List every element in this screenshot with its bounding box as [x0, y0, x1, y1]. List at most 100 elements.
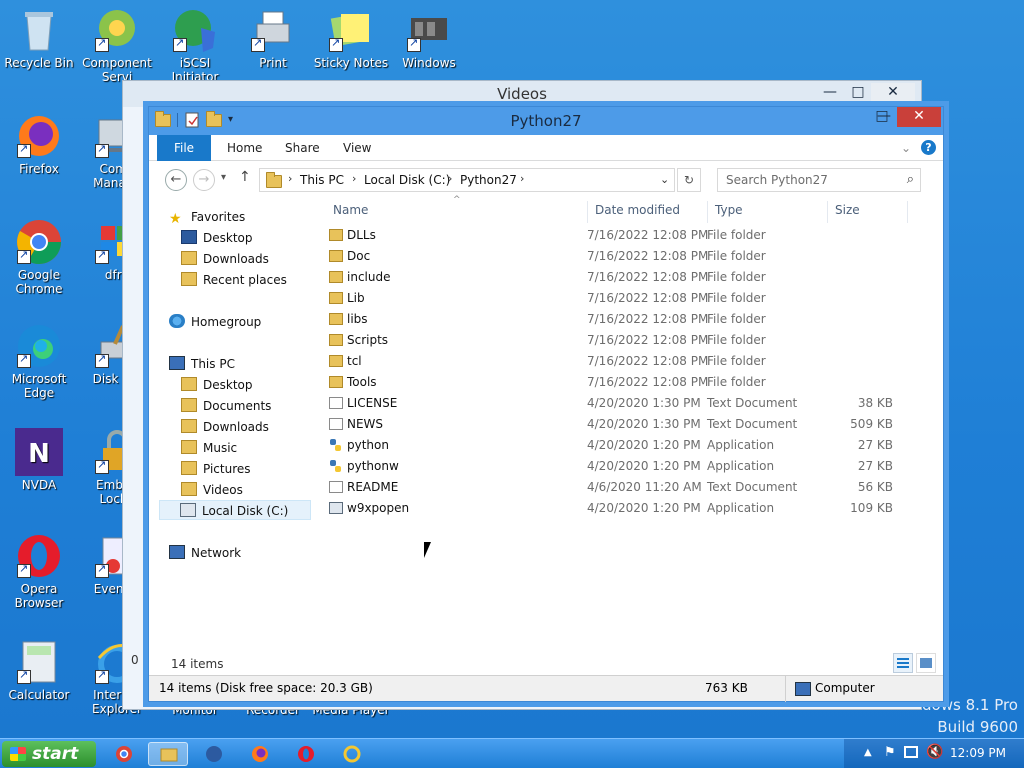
table-row[interactable]: tcl 7/16/2022 12:08 PM File folder — [325, 351, 905, 372]
recycle-bin-icon — [15, 6, 63, 54]
videos-titlebar[interactable]: Videos — □ ✕ — [123, 81, 921, 107]
breadcrumb-python27[interactable]: Python27 — [460, 173, 517, 187]
clock[interactable]: 12:09 PM — [950, 746, 1006, 760]
nav-homegroup[interactable]: Homegroup — [169, 312, 261, 332]
taskbar-firefox[interactable] — [240, 742, 280, 766]
nav-network[interactable]: Network — [169, 543, 241, 563]
desktop-icon-iscsi-initiator[interactable]: iSCSI Initiator — [156, 6, 234, 84]
search-icon: ⌕ — [906, 172, 914, 187]
breadcrumb-local-disk[interactable]: Local Disk (C:) — [364, 173, 450, 187]
explorer-titlebar[interactable]: ▾ Python27 — □ ✕ — [149, 107, 943, 135]
details-view-button[interactable] — [893, 653, 913, 673]
start-button[interactable]: start — [2, 741, 96, 767]
shortcut-arrow-icon — [17, 668, 31, 684]
folder-icon — [181, 419, 197, 433]
column-divider[interactable] — [907, 201, 908, 223]
table-row[interactable]: python 4/20/2020 1:20 PM Application 27 KB — [325, 435, 905, 456]
shortcut-arrow-icon — [17, 142, 31, 158]
nav-fav-recent[interactable]: Recent places — [181, 270, 287, 290]
nav-pc-documents[interactable]: Documents — [181, 396, 271, 416]
nav-pc-downloads[interactable]: Downloads — [181, 417, 269, 437]
ribbon-expand-icon[interactable]: ⌄ — [901, 135, 911, 161]
table-row[interactable]: Tools 7/16/2022 12:08 PM File folder — [325, 372, 905, 393]
nav-this-pc[interactable]: This PC — [169, 354, 235, 374]
nav-fav-downloads[interactable]: Downloads — [181, 249, 269, 269]
desktop-icon-firefox[interactable]: Firefox — [0, 112, 78, 176]
computer-icon — [795, 682, 811, 696]
close-button[interactable]: ✕ — [897, 107, 941, 127]
tab-home[interactable]: Home — [227, 135, 262, 161]
table-row[interactable]: NEWS 4/20/2020 1:30 PM Text Document 509 KB — [325, 414, 905, 435]
table-row[interactable]: DLLs 7/16/2022 12:08 PM File folder — [325, 225, 905, 246]
opera-icon — [15, 532, 63, 580]
recent-locations-chevron-icon[interactable]: ▾ — [221, 172, 226, 183]
table-row[interactable]: Doc 7/16/2022 12:08 PM File folder — [325, 246, 905, 267]
breadcrumb-this-pc[interactable]: This PC — [300, 173, 344, 187]
nav-favorites[interactable]: ★ Favorites — [169, 207, 245, 227]
taskbar-nvda[interactable] — [194, 742, 234, 766]
text-doc-icon — [329, 397, 343, 409]
desktop-icon-component-services[interactable]: Component Servi — [78, 6, 156, 84]
taskbar-internet-explorer[interactable] — [332, 742, 372, 766]
sort-ascending-icon: ^ — [453, 195, 461, 205]
videos-maximize-button[interactable]: □ — [843, 83, 873, 103]
column-header-type[interactable]: Type — [715, 203, 743, 217]
tab-share[interactable]: Share — [285, 135, 320, 161]
table-row[interactable]: LICENSE 4/20/2020 1:30 PM Text Document 38 … — [325, 393, 905, 414]
column-divider[interactable] — [587, 201, 588, 223]
edge-icon — [15, 322, 63, 370]
refresh-button[interactable]: ↻ — [677, 168, 701, 192]
flag-icon[interactable]: ⚑ — [884, 745, 896, 760]
desktop-icon-chrome[interactable]: Google Chrome — [0, 218, 78, 296]
taskbar-chrome[interactable] — [104, 742, 144, 766]
tab-view[interactable]: View — [343, 135, 371, 161]
desktop-icon-calculator[interactable]: Calculator — [0, 638, 78, 702]
videos-minimize-button[interactable]: — — [815, 83, 845, 103]
help-icon[interactable]: ? — [921, 140, 936, 155]
desktop-icon-nvda[interactable]: N NVDA — [0, 428, 78, 492]
tab-file[interactable]: File — [157, 135, 211, 161]
table-row[interactable]: include 7/16/2022 12:08 PM File folder — [325, 267, 905, 288]
table-row[interactable]: pythonw 4/20/2020 1:20 PM Application 27 KB — [325, 456, 905, 477]
address-field[interactable]: › This PC › Local Disk (C:) › Python27 ›… — [259, 168, 675, 192]
desktop-icon-sticky-notes[interactable]: Sticky Notes — [312, 6, 390, 70]
videos-close-button[interactable]: ✕ — [871, 83, 915, 103]
python-icon — [329, 460, 343, 472]
network-tray-icon[interactable] — [904, 746, 918, 758]
desktop-icon-opera[interactable]: Opera Browser — [0, 532, 78, 610]
table-row[interactable]: README 4/6/2020 11:20 AM Text Document 56 K… — [325, 477, 905, 498]
volume-muted-icon[interactable]: 🔇 — [926, 744, 943, 760]
nav-pc-music[interactable]: Music — [181, 438, 237, 458]
column-header-size[interactable]: Size — [835, 203, 860, 217]
table-row[interactable]: Scripts 7/16/2022 12:08 PM File folder — [325, 330, 905, 351]
nav-pc-local-disk[interactable]: Local Disk (C:) — [159, 500, 311, 520]
nav-fav-desktop[interactable]: Desktop — [181, 228, 253, 248]
column-divider[interactable] — [827, 201, 828, 223]
desktop-icon-windows-memory[interactable]: Windows Memor — [390, 6, 468, 70]
column-header-name[interactable]: Name — [333, 203, 368, 217]
nav-pc-pictures[interactable]: Pictures — [181, 459, 251, 479]
taskbar-opera[interactable] — [286, 742, 326, 766]
desktop-icon-edge[interactable]: Microsoft Edge — [0, 322, 78, 400]
nav-pc-videos[interactable]: Videos — [181, 480, 243, 500]
desktop-icon-print-management[interactable]: Print Managem — [234, 6, 312, 70]
large-icons-view-button[interactable] — [916, 653, 936, 673]
table-row[interactable]: w9xpopen 4/20/2020 1:20 PM Application 109 … — [325, 498, 905, 519]
back-button[interactable]: ← — [165, 169, 187, 191]
table-row[interactable]: Lib 7/16/2022 12:08 PM File folder — [325, 288, 905, 309]
address-dropdown-icon[interactable]: ⌄ — [660, 173, 669, 186]
column-header-date[interactable]: Date modified — [595, 203, 680, 217]
table-row[interactable]: libs 7/16/2022 12:08 PM File folder — [325, 309, 905, 330]
column-divider[interactable] — [707, 201, 708, 223]
taskbar-file-explorer[interactable] — [148, 742, 188, 766]
maximize-button[interactable]: □ — [867, 107, 897, 127]
up-arrow-icon[interactable]: ↑ — [239, 169, 251, 185]
show-hidden-icons-icon[interactable]: ▲ — [864, 747, 872, 758]
nav-pc-desktop[interactable]: Desktop — [181, 375, 253, 395]
search-input[interactable]: Search Python27 ⌕ — [717, 168, 921, 192]
explorer-window[interactable]: ▾ Python27 — □ ✕ File Home Share View ⌄ … — [148, 106, 944, 702]
file-date: 4/20/2020 1:30 PM — [587, 396, 701, 410]
forward-button[interactable]: → — [193, 169, 215, 191]
taskbar: start ▲ ⚑ 🔇 12:09 PM — [0, 738, 1024, 768]
desktop-icon-recycle-bin[interactable]: Recycle Bin — [0, 6, 78, 70]
